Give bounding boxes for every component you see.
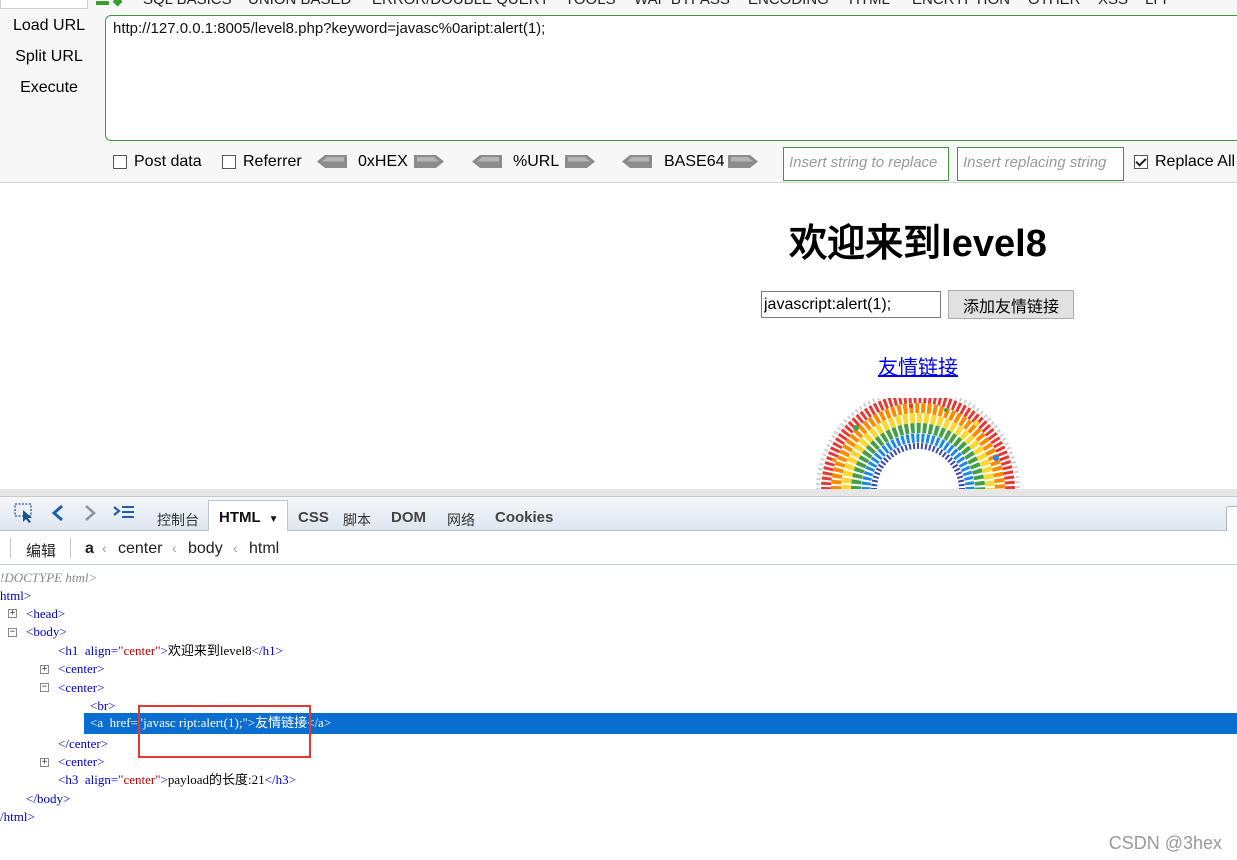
sort-arrows-icon[interactable]: ▬ ◆ — [96, 0, 123, 9]
page-title: 欢迎来到level8 — [789, 223, 1047, 265]
checkbox-icon — [222, 155, 236, 169]
keyword-input[interactable] — [761, 291, 941, 318]
tree-center-2-close[interactable]: </center> — [58, 735, 108, 753]
split-url-button[interactable]: Split URL — [0, 48, 98, 66]
hex-label: 0xHEX — [358, 153, 408, 170]
add-friend-link-button[interactable]: 添加友情链接 — [948, 290, 1074, 319]
replace-all-checkbox[interactable]: Replace All — [1134, 153, 1235, 171]
menu-xss[interactable]: XSS — [1098, 0, 1128, 8]
divider — [70, 538, 71, 558]
tree-doctype[interactable]: !DOCTYPE html> — [0, 569, 97, 587]
hackbar-panel: ▬ ◆ SQL BASICS UNION BASED ERROR/DOUBLE … — [0, 0, 1237, 183]
watermark: CSDN @3hex — [1108, 833, 1222, 853]
execute-button[interactable]: Execute — [0, 79, 98, 97]
load-url-button[interactable]: Load URL — [0, 17, 98, 35]
url-textarea[interactable]: http://127.0.0.1:8005/level8.php?keyword… — [105, 15, 1237, 141]
dropdown-triangle-icon: ▼ — [268, 514, 279, 525]
breadcrumb: 编辑 a ‹ center ‹ body ‹ html — [0, 531, 1237, 565]
menu-error-double-query[interactable]: ERROR/DOUBLE QUERY — [372, 0, 549, 8]
forward-icon[interactable] — [82, 504, 98, 522]
breadcrumb-sep-icon: ‹ — [102, 540, 107, 556]
tab-dom[interactable]: DOM — [391, 509, 426, 526]
command-line-icon[interactable] — [112, 505, 136, 521]
tree-center-3[interactable]: <center> — [58, 753, 104, 771]
breadcrumb-center[interactable]: center — [118, 540, 162, 558]
collapse-minus-icon[interactable]: − — [40, 683, 49, 692]
red-highlight-annotation — [138, 705, 311, 758]
url-encode-arrow-icon[interactable] — [565, 155, 595, 168]
tree-head[interactable]: <head> — [26, 605, 65, 623]
menu-union-based[interactable]: UNION BASED — [248, 0, 351, 8]
tab-console[interactable]: 控制台 — [157, 510, 199, 530]
post-data-checkbox[interactable]: Post data — [113, 153, 202, 171]
menu-lfi[interactable]: LFI — [1145, 0, 1167, 8]
back-icon[interactable] — [50, 504, 66, 522]
expand-plus-icon[interactable]: + — [40, 665, 49, 674]
url-encode-label: %URL — [513, 153, 560, 170]
post-data-label: Post data — [134, 153, 202, 170]
hex-encode-arrow-icon[interactable] — [414, 155, 444, 168]
menu-html[interactable]: HTML — [849, 0, 890, 8]
replace-to-input[interactable]: Insert replacing string — [957, 147, 1124, 181]
divider — [10, 538, 11, 558]
tab-network[interactable]: 网络 — [447, 510, 475, 530]
breadcrumb-html[interactable]: html — [249, 540, 279, 558]
tree-center-1[interactable]: <center> — [58, 660, 104, 678]
menu-encryption[interactable]: ENCRYPTION — [912, 0, 1010, 8]
breadcrumb-a[interactable]: a — [85, 540, 94, 558]
hackbar-menu: ▬ ◆ SQL BASICS UNION BASED ERROR/DOUBLE … — [0, 0, 1237, 9]
tree-h3[interactable]: <h3 align="center">payload的长度:21</h3> — [58, 771, 296, 789]
friend-link[interactable]: 友情链接 — [878, 351, 958, 380]
replace-from-input[interactable]: Insert string to replace — [783, 147, 949, 181]
tree-html-close[interactable]: /html> — [0, 808, 35, 826]
tab-html[interactable]: HTML ▼ — [208, 500, 288, 531]
collapse-minus-icon[interactable]: − — [8, 628, 17, 637]
hex-decode-arrow-icon[interactable] — [317, 155, 347, 168]
edit-button[interactable]: 编辑 — [26, 540, 56, 561]
breadcrumb-body[interactable]: body — [188, 540, 223, 558]
panel-splitter[interactable] — [0, 489, 1237, 497]
tree-center-2[interactable]: <center> — [58, 679, 104, 697]
menu-tools[interactable]: TOOLS — [565, 0, 616, 8]
menu-other[interactable]: OTHER — [1028, 0, 1081, 8]
menu-encoding[interactable]: ENCODING — [748, 0, 829, 8]
menu-waf-bypass[interactable]: WAF BYPASS — [634, 0, 730, 8]
tree-h1[interactable]: <h1 align="center">欢迎来到level8</h1> — [58, 642, 283, 660]
expand-plus-icon[interactable]: + — [40, 758, 49, 767]
base64-encode-arrow-icon[interactable] — [728, 155, 758, 168]
tab-css[interactable]: CSS — [298, 509, 329, 526]
hackbar-tab[interactable] — [0, 0, 88, 9]
devtools-panel: 控制台 HTML ▼ CSS 脚本 DOM 网络 Cookies 编辑 a ‹ … — [0, 489, 1237, 860]
expand-plus-icon[interactable]: + — [8, 609, 17, 618]
checkbox-icon — [113, 155, 127, 169]
breadcrumb-sep-icon: ‹ — [233, 540, 238, 556]
tab-html-label: HTML — [219, 509, 261, 526]
referrer-label: Referrer — [243, 153, 302, 170]
rainbow-splash-image — [816, 398, 1020, 490]
tree-body-close[interactable]: </body> — [26, 790, 70, 808]
replace-all-label: Replace All — [1155, 153, 1236, 170]
tab-script[interactable]: 脚本 — [343, 510, 371, 530]
tree-html-open[interactable]: html> — [0, 587, 31, 605]
menu-sql-basics[interactable]: SQL BASICS — [143, 0, 232, 8]
tree-body-open[interactable]: <body> — [26, 623, 67, 641]
devtools-toolbar: 控制台 HTML ▼ CSS 脚本 DOM 网络 Cookies — [0, 497, 1237, 532]
url-decode-arrow-icon[interactable] — [472, 155, 502, 168]
breadcrumb-sep-icon: ‹ — [172, 540, 177, 556]
search-box-edge[interactable] — [1226, 506, 1237, 532]
base64-label: BASE64 — [664, 153, 725, 170]
tab-cookies[interactable]: Cookies — [495, 509, 553, 526]
referrer-checkbox[interactable]: Referrer — [222, 153, 302, 171]
base64-decode-arrow-icon[interactable] — [622, 155, 652, 168]
checkmark-icon — [1134, 155, 1148, 169]
inspect-icon[interactable] — [14, 503, 36, 523]
